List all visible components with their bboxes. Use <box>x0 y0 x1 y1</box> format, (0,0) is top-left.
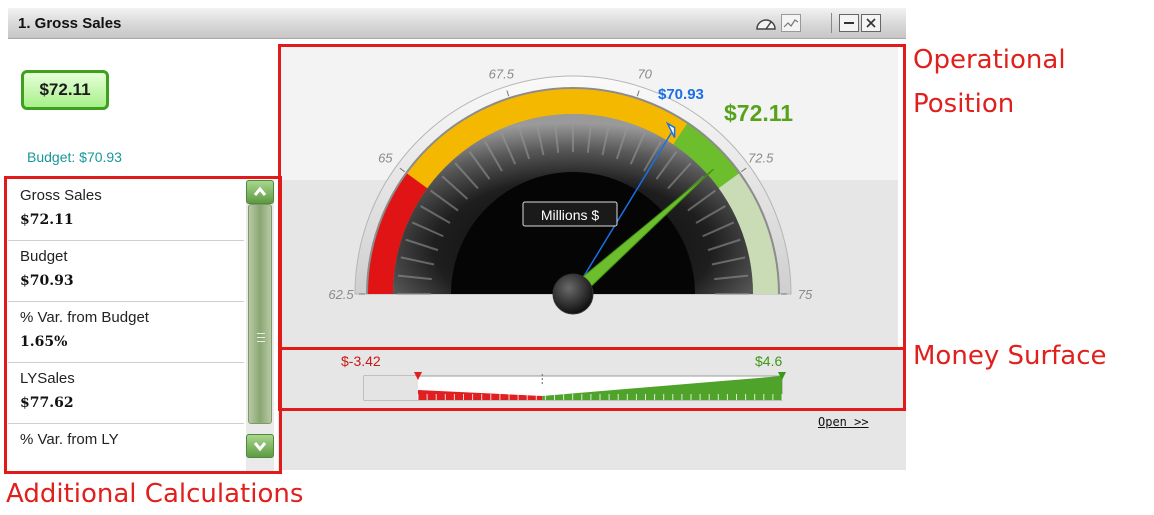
operational-position-box <box>278 44 906 350</box>
annotation-additional-calculations: Additional Calculations <box>6 479 304 509</box>
widget-title: 1. Gross Sales <box>18 15 122 32</box>
annotation-money-surface: Money Surface <box>913 341 1107 371</box>
close-icon[interactable] <box>861 14 881 32</box>
minimize-icon[interactable] <box>839 14 859 32</box>
money-surface-box <box>278 347 906 411</box>
annotation-position: Position <box>913 89 1015 119</box>
line-chart-icon[interactable] <box>781 14 801 32</box>
kpi-value-box: $72.11 <box>21 70 109 110</box>
widget-title-bar: 1. Gross Sales <box>8 8 906 39</box>
annotation-operational: Operational <box>913 45 1066 75</box>
open-link[interactable]: Open >> <box>818 415 869 429</box>
budget-label: Budget: $70.93 <box>27 149 122 165</box>
toolbar-separator <box>831 13 832 33</box>
gauge-icon[interactable] <box>755 14 776 32</box>
additional-calculations-box <box>4 176 282 474</box>
